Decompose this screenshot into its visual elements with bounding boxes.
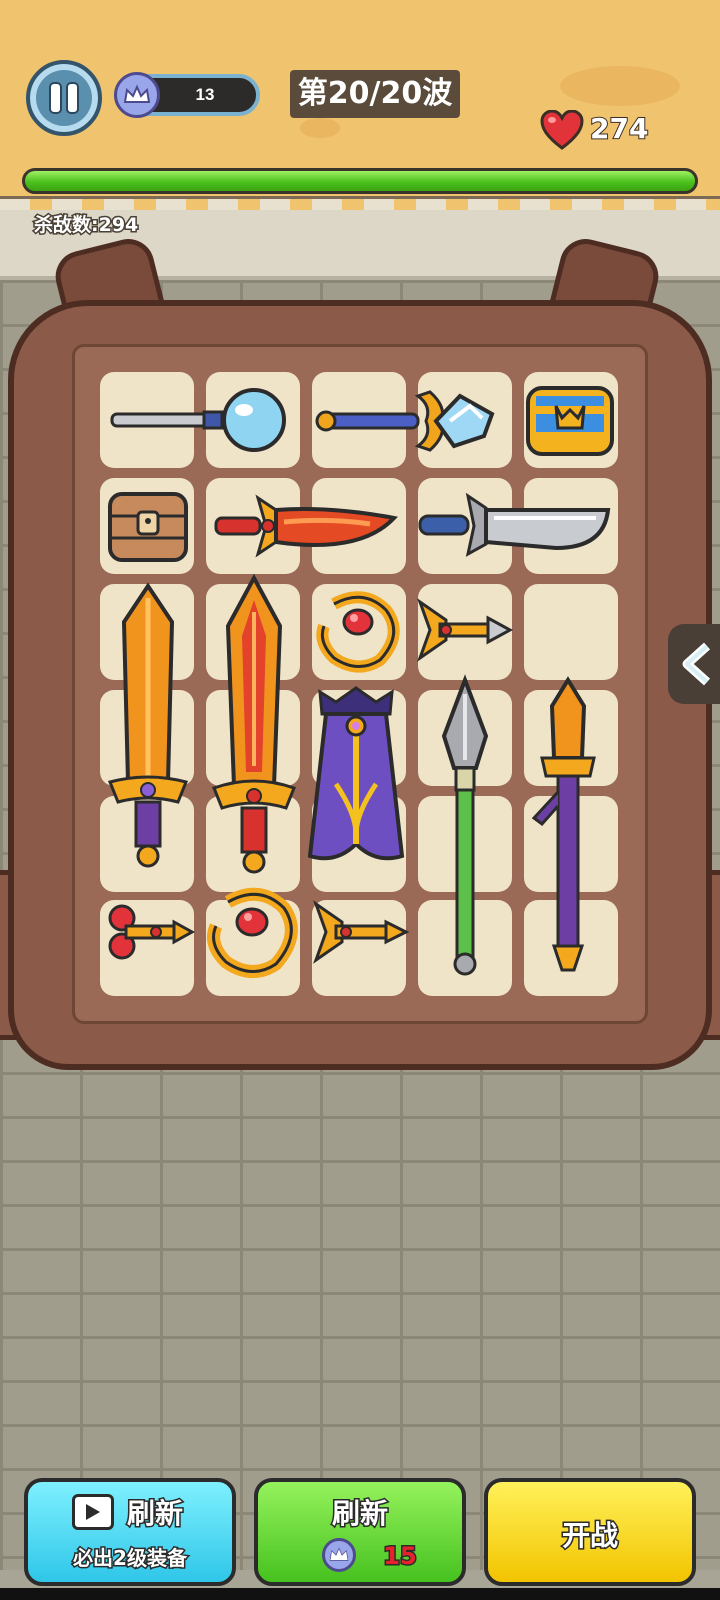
pause-icon <box>51 84 60 112</box>
pause-button[interactable] <box>26 60 102 136</box>
wave-progress-fill <box>25 171 695 191</box>
gold-tipped-staff-icon[interactable] <box>524 676 612 980</box>
start-battle-label: 开战 <box>560 1518 619 1554</box>
ad-refresh-button[interactable]: 刷新 必出2级装备 <box>24 1478 236 1586</box>
grid-cell[interactable] <box>524 584 618 680</box>
key-dart-icon[interactable] <box>104 892 196 972</box>
flame-greatsword-icon[interactable] <box>208 573 300 876</box>
purple-cape-icon[interactable] <box>306 684 406 874</box>
ad-refresh-label: 刷新 <box>125 1496 184 1532</box>
crown-count-value: 13 <box>195 85 215 104</box>
inventory-grid <box>100 372 620 996</box>
crown-coin-icon <box>114 72 160 118</box>
side-panel-toggle[interactable] <box>668 624 720 704</box>
crystal-scepter-icon[interactable] <box>314 376 498 464</box>
bottom-edge <box>0 1588 720 1600</box>
refresh-label: 刷新 <box>330 1496 389 1532</box>
wave-progress-bar <box>22 168 698 194</box>
dart-icon[interactable] <box>312 894 410 970</box>
kill-count: 杀敌数:294 <box>32 213 139 238</box>
refresh-button[interactable]: 刷新 15 <box>254 1478 466 1586</box>
health-value: 274 <box>589 111 649 146</box>
golden-sword-icon[interactable] <box>102 582 194 872</box>
heart-icon <box>540 109 584 150</box>
machete-icon[interactable] <box>416 482 616 568</box>
ad-refresh-sub-label: 必出2级装备 <box>72 1545 189 1572</box>
sand-spot <box>300 118 340 138</box>
chevron-left-icon <box>682 642 711 686</box>
sand-spot <box>560 66 680 106</box>
wave-label: 第20/20波 <box>290 70 460 118</box>
arrow-icon[interactable] <box>416 590 514 670</box>
pause-icon <box>68 84 77 112</box>
flame-dagger-icon[interactable] <box>210 482 400 572</box>
wooden-chest-icon[interactable] <box>104 482 192 570</box>
ruby-ring-icon[interactable] <box>314 590 404 673</box>
ruby-ring-icon[interactable] <box>206 886 302 978</box>
blue-chest-icon[interactable] <box>522 378 618 462</box>
start-battle-button[interactable]: 开战 <box>484 1478 696 1586</box>
refresh-cost: 15 <box>382 1541 418 1572</box>
blue-orb-staff-icon[interactable] <box>108 380 288 460</box>
spear-icon[interactable] <box>420 674 510 980</box>
